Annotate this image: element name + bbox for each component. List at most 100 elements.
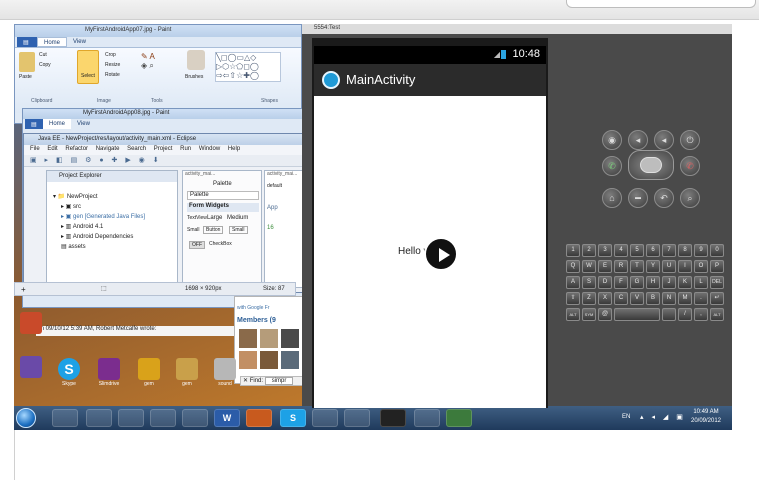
- key-l[interactable]: L: [694, 276, 708, 289]
- key-r[interactable]: R: [614, 260, 628, 273]
- key-space[interactable]: [614, 308, 660, 321]
- editor-tab-1[interactable]: activity_mai...: [185, 171, 215, 177]
- select-button[interactable]: Select: [77, 50, 99, 84]
- avatar[interactable]: [239, 350, 257, 369]
- paste-button[interactable]: Paste: [19, 74, 32, 80]
- palette-item-button[interactable]: Button: [203, 226, 224, 234]
- tray-language[interactable]: EN: [622, 414, 630, 420]
- key-8[interactable]: 8: [678, 244, 692, 257]
- key-i[interactable]: I: [678, 260, 692, 273]
- key-enter[interactable]: ↵: [710, 292, 724, 305]
- key-9[interactable]: 9: [694, 244, 708, 257]
- editor-tab-2[interactable]: activity_mai...: [267, 171, 297, 177]
- firefox-icon[interactable]: [246, 409, 272, 427]
- key-c[interactable]: C: [614, 292, 628, 305]
- desktop-icon-gem-2[interactable]: gem: [172, 358, 202, 387]
- cmd-taskbar-icon[interactable]: [380, 409, 406, 427]
- key-5[interactable]: 5: [630, 244, 644, 257]
- dpad-center-button[interactable]: [640, 157, 662, 173]
- key-e[interactable]: E: [598, 260, 612, 273]
- tree-item-android[interactable]: ▸ ▥ Android 4.1: [61, 223, 103, 230]
- avatar[interactable]: [260, 329, 278, 348]
- key-alt-left[interactable]: ALT: [566, 308, 580, 321]
- play-button[interactable]: [424, 237, 458, 271]
- tree-item-assets[interactable]: ▤ assets: [61, 243, 86, 250]
- call-icon[interactable]: ✆: [602, 156, 622, 176]
- volume-up-icon[interactable]: ◂: [654, 130, 674, 150]
- gear-taskbar-icon[interactable]: [414, 409, 440, 427]
- key-sym[interactable]: SYM: [582, 308, 596, 321]
- palette-item-toggle[interactable]: OFF: [189, 241, 205, 249]
- eclipse-toolbar[interactable]: ▣ ▸ ◧ ▤ ⚙ ● ✚ ▶ ◉ ⬇: [24, 155, 304, 167]
- menu-window[interactable]: Window: [199, 145, 220, 152]
- key-shift[interactable]: ⇧: [566, 292, 580, 305]
- find-input[interactable]: simpr: [264, 377, 294, 385]
- menu-icon[interactable]: ▬: [628, 188, 648, 208]
- menu-search[interactable]: Search: [127, 145, 146, 152]
- paint-tab-view[interactable]: View: [67, 37, 92, 47]
- tools-icons[interactable]: ✎ A ◈ ⌕: [141, 52, 171, 74]
- key-g[interactable]: G: [630, 276, 644, 289]
- tree-item-dependencies[interactable]: ▸ ▥ Android Dependencies: [61, 233, 133, 240]
- desktop-icon-slimdrive[interactable]: Slimdrive: [94, 358, 124, 387]
- key-0[interactable]: 0: [710, 244, 724, 257]
- copy-button[interactable]: Copy: [39, 62, 51, 68]
- menu-file[interactable]: File: [30, 145, 40, 152]
- avatar[interactable]: [239, 329, 257, 348]
- menu-edit[interactable]: Edit: [47, 145, 57, 152]
- paint-file-menu[interactable]: ▤: [17, 37, 37, 47]
- key-x[interactable]: X: [598, 292, 612, 305]
- camera-icon[interactable]: ◉: [602, 130, 622, 150]
- volume-down-icon[interactable]: ◂: [628, 130, 648, 150]
- paint2-tab-view[interactable]: View: [71, 119, 96, 129]
- desktop-icon-skype[interactable]: S Skype: [54, 358, 84, 387]
- tree-item-src[interactable]: ▸ ▣ src: [61, 203, 81, 210]
- skype-taskbar-icon[interactable]: S: [280, 409, 306, 427]
- key-z[interactable]: Z: [582, 292, 596, 305]
- paint2-tab-home[interactable]: Home: [43, 119, 72, 129]
- key-3[interactable]: 3: [598, 244, 612, 257]
- brushes-icon[interactable]: [187, 50, 205, 70]
- palette-item-small-button[interactable]: Small: [229, 226, 248, 234]
- search-icon[interactable]: ⌕: [680, 188, 700, 208]
- brushes-button[interactable]: Brushes: [185, 74, 203, 80]
- tree-item-gen[interactable]: ▸ ▣ gen [Generated Java Files]: [61, 213, 145, 220]
- form-widgets-header[interactable]: Form Widgets: [187, 203, 259, 212]
- explorer-icon[interactable]: [182, 409, 208, 427]
- key-n[interactable]: N: [662, 292, 676, 305]
- menu-run[interactable]: Run: [180, 145, 191, 152]
- paint2-file-menu[interactable]: ▤: [25, 119, 43, 129]
- key-7[interactable]: 7: [662, 244, 676, 257]
- tree-item-newproject[interactable]: ▾ 📁 NewProject: [53, 193, 98, 200]
- key-f[interactable]: F: [614, 276, 628, 289]
- ie-icon[interactable]: [86, 409, 112, 427]
- dpad[interactable]: [628, 150, 674, 180]
- key-q[interactable]: Q: [566, 260, 580, 273]
- end-call-icon[interactable]: ✆: [680, 156, 700, 176]
- key-alt-right[interactable]: ALT: [710, 308, 724, 321]
- word-icon[interactable]: W: [214, 409, 240, 427]
- key-a[interactable]: A: [566, 276, 580, 289]
- key-y[interactable]: Y: [646, 260, 660, 273]
- desktop-icon-app[interactable]: [16, 356, 46, 379]
- avatar[interactable]: [281, 329, 299, 348]
- key-1[interactable]: 1: [566, 244, 580, 257]
- key-o[interactable]: O: [694, 260, 708, 273]
- key-comma[interactable]: ,: [694, 308, 708, 321]
- palette-item-textview[interactable]: TextView: [187, 215, 207, 221]
- menu-navigate[interactable]: Navigate: [96, 145, 120, 152]
- key-period[interactable]: .: [694, 292, 708, 305]
- palette-item-medium[interactable]: Medium: [227, 215, 248, 221]
- paint-tab-home[interactable]: Home: [37, 37, 68, 47]
- paint-taskbar-icon[interactable]: [312, 409, 338, 427]
- find-close-icon[interactable]: ✕: [243, 378, 248, 384]
- desktop-icon-restore[interactable]: [16, 312, 46, 335]
- avatar[interactable]: [281, 350, 299, 369]
- key-d[interactable]: D: [598, 276, 612, 289]
- key-b[interactable]: B: [646, 292, 660, 305]
- desktop-icon-gem[interactable]: gem: [134, 358, 164, 387]
- key-p[interactable]: P: [710, 260, 724, 273]
- resize-button[interactable]: Resize: [105, 62, 120, 68]
- key-at[interactable]: @: [598, 308, 612, 321]
- media-player-icon[interactable]: [52, 409, 78, 427]
